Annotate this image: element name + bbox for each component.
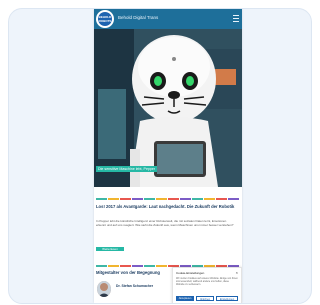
hero-caption[interactable]: Die sensitive Maschine lebt, Pepper [96, 166, 158, 172]
stripe-segment [108, 265, 119, 267]
stripe-segment [120, 265, 131, 267]
site-logo[interactable]: BEHOLD ROBOTS [96, 10, 114, 28]
stripe-segment [216, 198, 227, 200]
cookie-title: Cookie-Einstellungen [176, 271, 205, 275]
stripe-segment [228, 198, 239, 200]
stripe-segment [168, 198, 179, 200]
avatar [97, 281, 111, 297]
section-title: Mitgestalter von der Begegnung [96, 270, 160, 275]
article-body: In Pepper lebt die künstliche Intelligen… [96, 219, 234, 227]
logo-badge: BEHOLD ROBOTS [98, 12, 112, 26]
stripe-segment [204, 198, 215, 200]
close-icon[interactable]: × [236, 270, 238, 275]
stripe-segment [132, 198, 143, 200]
stripe-segment [96, 198, 107, 200]
deny-cookies-button[interactable]: Ablehnen [196, 296, 214, 301]
cookie-banner: Cookie-Einstellungen × Wir nutzen Cookie… [172, 267, 242, 303]
site-header: BEHOLD ROBOTS Behold Digital Trans [94, 9, 242, 29]
stripe-segment [108, 198, 119, 200]
menu-icon[interactable] [233, 15, 239, 22]
accept-cookies-button[interactable]: Akzeptieren [176, 296, 194, 301]
stripe-segment [120, 198, 131, 200]
hero-image: Die sensitive Maschine lebt, Pepper [94, 29, 242, 187]
stripe-segment [156, 265, 167, 267]
cookie-text: Wir nutzen Cookies auf unserer Website. … [176, 277, 238, 286]
stripe-segment [144, 265, 155, 267]
robot-illustration [94, 29, 242, 187]
stripe-segment [96, 265, 107, 267]
person-name[interactable]: Dr. Stefan Schumacher [116, 284, 166, 288]
preview-card[interactable]: BEHOLD ROBOTS Behold Digital Trans Die s… [8, 8, 312, 304]
read-more-button[interactable]: Weiterlesen [96, 247, 124, 251]
site-name: Behold Digital Trans [118, 15, 159, 20]
stripe-segment [192, 198, 203, 200]
cookie-settings-button[interactable]: Einstellungen [216, 296, 238, 301]
stripe-segment [156, 198, 167, 200]
stripe-segment [180, 198, 191, 200]
color-stripe [96, 198, 240, 200]
article-title[interactable]: Los! 2017 als Avantgarde: Laut nachgedac… [96, 204, 236, 209]
stripe-segment [144, 198, 155, 200]
stripe-segment [132, 265, 143, 267]
website-preview: BEHOLD ROBOTS Behold Digital Trans Die s… [94, 9, 242, 303]
